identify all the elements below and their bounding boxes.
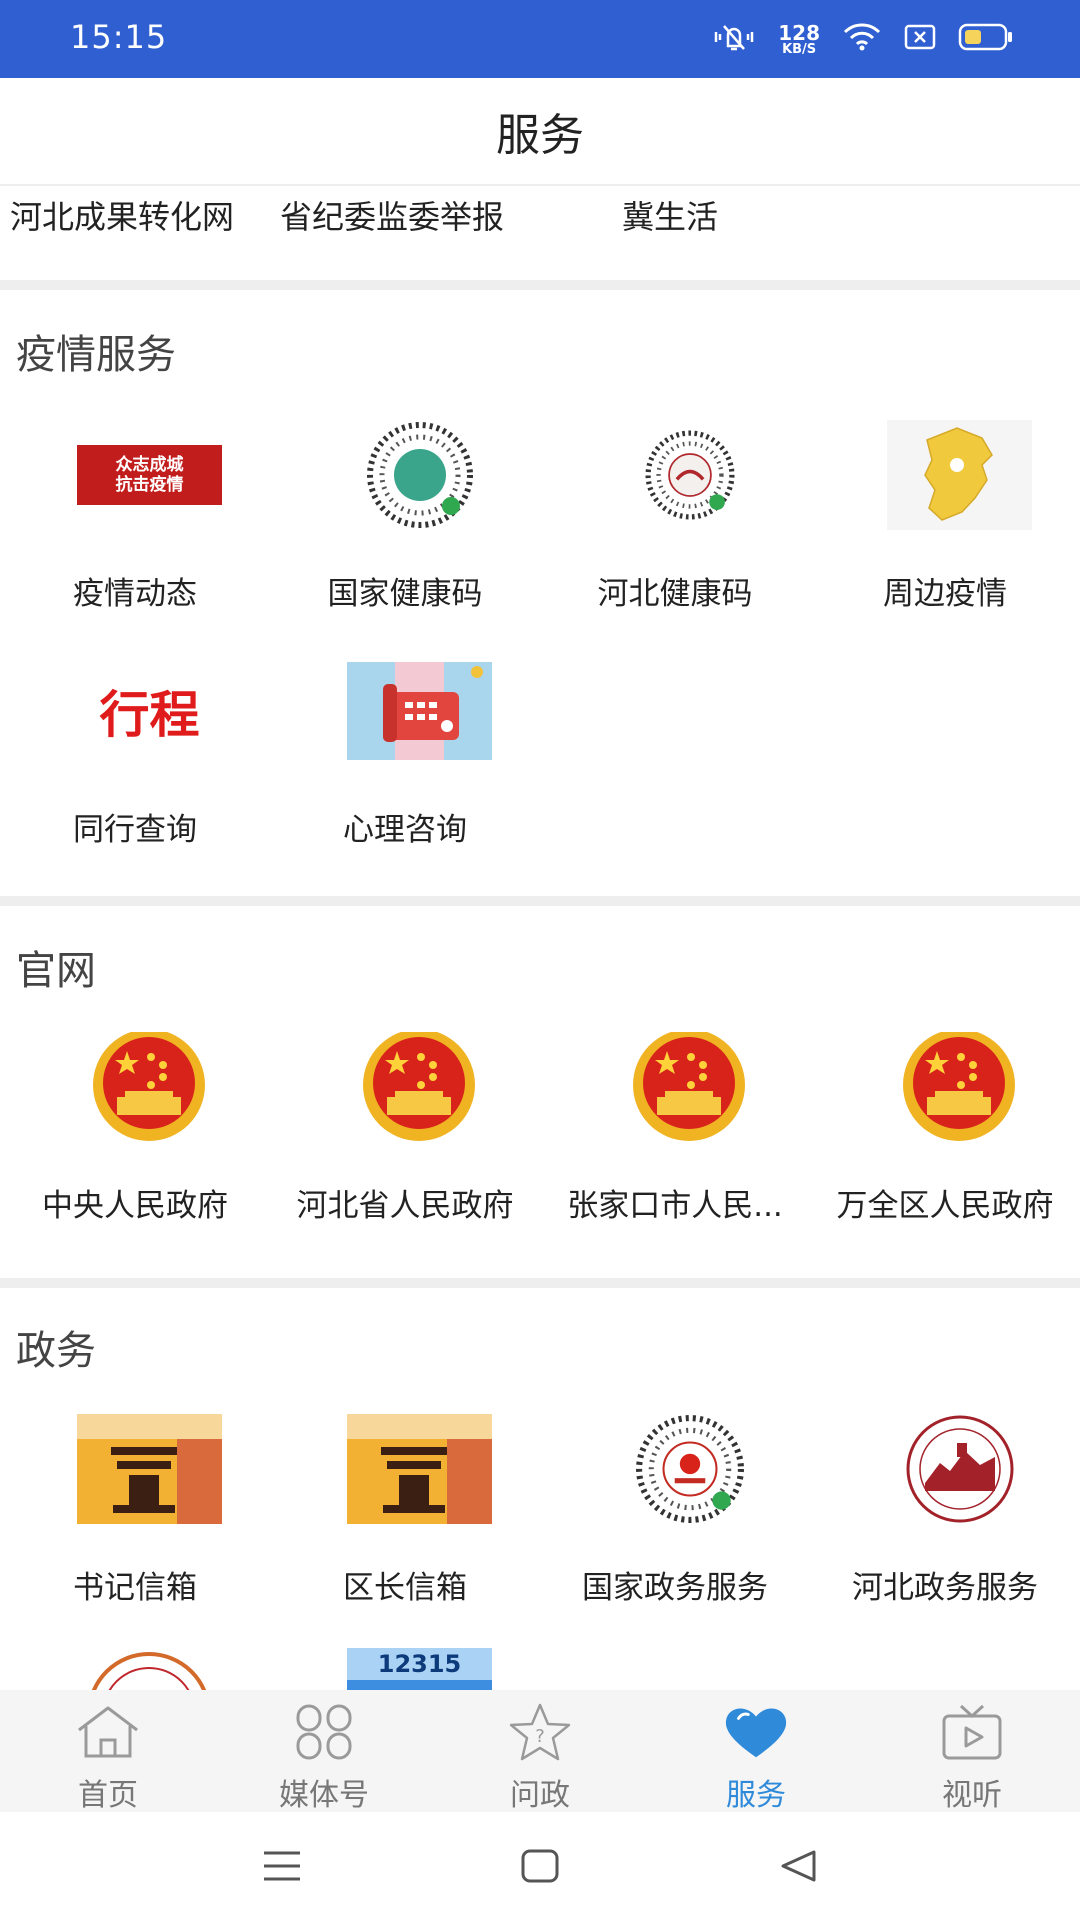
mini-program-qr-icon (617, 420, 762, 530)
grid-item-hebei-gov-service[interactable]: 河北政务服务 (810, 1414, 1080, 1634)
grid-item-psych-consult[interactable]: 心理咨询 (270, 656, 540, 876)
grid-item-label: 中央人民政府 (42, 1188, 228, 1224)
nav-tab-video[interactable]: 视听 (864, 1690, 1080, 1813)
epidemic-banner-icon: 众志成城 抗击疫情 (77, 420, 222, 530)
tv-play-icon (937, 1702, 1007, 1762)
section-divider (0, 280, 1080, 290)
grid-item-national-health-code[interactable]: 国家健康码 (270, 420, 540, 640)
grid-item-central-gov[interactable]: 中央人民政府 (0, 1032, 270, 1252)
mini-program-qr-icon (617, 1414, 762, 1524)
telephone-icon (347, 656, 492, 766)
menu-icon[interactable] (252, 1844, 312, 1888)
grid-item-epidemic-news[interactable]: 众志成城 抗击疫情 疫情动态 (0, 420, 270, 640)
grid-item-label: 河北健康码 (597, 576, 753, 612)
mailbox-banner-icon (77, 1414, 222, 1524)
grid-item-label: 区长信箱 (343, 1570, 467, 1606)
grid-item-label: 河北省人民政府 (296, 1188, 514, 1224)
nav-tab-media[interactable]: 媒体号 (216, 1690, 432, 1813)
nav-tab-services[interactable]: 服务 (648, 1690, 864, 1813)
wifi-icon (842, 22, 882, 56)
status-time: 15:15 (70, 18, 168, 56)
itinerary-icon: 行程 (99, 685, 200, 744)
national-emblem-icon (887, 1032, 1032, 1142)
section-divider (0, 896, 1080, 906)
grid-item-nearby-epidemic[interactable]: 周边疫情 (810, 420, 1080, 640)
page-title: 服务 (496, 110, 584, 161)
grid-item-label: 万全区人民政府 (836, 1188, 1054, 1224)
grid-item-label: 国家健康码 (327, 576, 483, 612)
national-emblem-icon (617, 1032, 762, 1142)
section-title-epidemic: 疫情服务 (16, 332, 176, 378)
grid-item-hebei-gov[interactable]: 河北省人民政府 (270, 1032, 540, 1252)
grid-item-wanquan-gov[interactable]: 万全区人民政府 (810, 1032, 1080, 1252)
grid-item-label: 张家口市人民... (567, 1188, 783, 1224)
home-icon (73, 1702, 143, 1762)
sim-off-icon (904, 24, 936, 54)
grid-item-label: 国家政务服务 (582, 1570, 768, 1606)
national-emblem-icon (347, 1032, 492, 1142)
nav-tab-inquiry[interactable]: ? 问政 (432, 1690, 648, 1813)
network-speed: 128 KB/S (778, 20, 820, 57)
section-divider (0, 1278, 1080, 1288)
credit-seal-icon (77, 1648, 222, 1690)
map-icon (887, 420, 1032, 530)
grid-item-travel-query[interactable]: 行程 同行查询 (0, 656, 270, 876)
question-star-icon: ? (505, 1702, 575, 1762)
system-nav-bar (0, 1812, 1080, 1920)
vibrate-mute-icon (712, 22, 756, 56)
grid-item-12315[interactable]: 12315 (270, 1648, 540, 1690)
hotline-12315-icon: 12315 (347, 1648, 492, 1690)
quick-links-row: 河北成果转化网 省纪委监委举报 冀生活 (0, 184, 1080, 280)
grid-item-secretary-mailbox[interactable]: 书记信箱 (0, 1414, 270, 1634)
grid-item-label: 书记信箱 (73, 1570, 197, 1606)
bottom-nav: 首页 媒体号 ? 问政 服务 视听 (0, 1690, 1080, 1813)
media-grid-icon (289, 1702, 359, 1762)
grid-item-label: 心理咨询 (343, 812, 467, 848)
status-icons: 128 KB/S (712, 16, 1014, 62)
grid-item-national-gov-service[interactable]: 国家政务服务 (540, 1414, 810, 1634)
home-square-icon[interactable] (510, 1844, 570, 1888)
grid-item-credit-service[interactable] (0, 1648, 270, 1690)
grid-item-label: 河北政务服务 (852, 1570, 1038, 1606)
quick-link-ji-life[interactable]: 冀生活 (622, 192, 718, 238)
grid-item-zhangjiakou-gov[interactable]: 张家口市人民... (540, 1032, 810, 1252)
mini-program-qr-icon (347, 420, 492, 530)
section-title-government-affairs: 政务 (16, 1328, 96, 1374)
nav-tab-home[interactable]: 首页 (0, 1690, 216, 1813)
great-wall-seal-icon (887, 1414, 1032, 1524)
section-title-official-sites: 官网 (16, 948, 96, 994)
quick-link-hebei-achievements[interactable]: 河北成果转化网 (10, 192, 234, 238)
national-emblem-icon (77, 1032, 222, 1142)
grid-item-district-mailbox[interactable]: 区长信箱 (270, 1414, 540, 1634)
back-triangle-icon[interactable] (768, 1844, 828, 1888)
battery-icon (958, 22, 1014, 56)
title-bar: 服务 (0, 78, 1080, 184)
heart-icon (721, 1702, 791, 1762)
grid-item-label: 疫情动态 (73, 576, 197, 612)
quick-link-discipline-report[interactable]: 省纪委监委举报 (280, 192, 504, 238)
svg-text:?: ? (535, 1726, 545, 1747)
grid-item-hebei-health-code[interactable]: 河北健康码 (540, 420, 810, 640)
grid-item-label: 周边疫情 (883, 576, 1007, 612)
status-bar: 15:15 128 KB/S (0, 0, 1080, 78)
services-content[interactable]: 河北成果转化网 省纪委监委举报 冀生活 疫情服务 众志成城 抗击疫情 疫情动态 … (0, 184, 1080, 1690)
grid-item-label: 同行查询 (73, 812, 197, 848)
mailbox-banner-icon (347, 1414, 492, 1524)
